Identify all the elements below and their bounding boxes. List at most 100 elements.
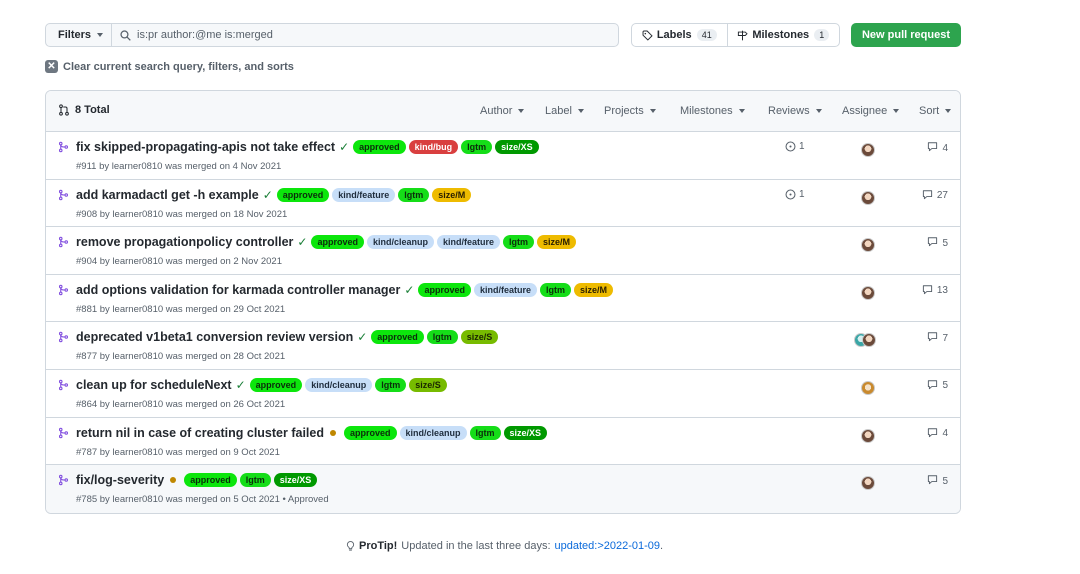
protip-lead: ProTip! bbox=[359, 540, 398, 552]
pr-meta: #787 by learner0810 was merged on 9 Oct … bbox=[76, 446, 280, 458]
check-icon[interactable]: ✓ bbox=[339, 140, 349, 154]
table-row[interactable]: remove propagationpolicy controller ✓ appr… bbox=[46, 227, 960, 275]
table-row[interactable]: add options validation for karmada contr… bbox=[46, 275, 960, 323]
label-badge[interactable]: size/S bbox=[409, 377, 447, 392]
clear-filters-link[interactable]: ✕ Clear current search query, filters, a… bbox=[45, 60, 294, 73]
label-badge[interactable]: lgtm bbox=[239, 473, 271, 488]
label-badge[interactable]: kind/cleanup bbox=[366, 235, 434, 250]
table-row[interactable]: deprecated v1beta1 conversion review ver… bbox=[46, 322, 960, 370]
total-count[interactable]: 8 Total bbox=[58, 104, 110, 116]
label-badge[interactable]: kind/feature bbox=[473, 282, 537, 297]
label-badge[interactable]: lgtm bbox=[398, 187, 430, 202]
label-badge[interactable]: approved bbox=[371, 330, 424, 345]
label-badge[interactable]: kind/feature bbox=[332, 187, 396, 202]
label-badge[interactable]: size/M bbox=[432, 187, 472, 202]
pr-title-link[interactable]: remove propagationpolicy controller bbox=[76, 235, 293, 249]
label-badge[interactable]: size/M bbox=[537, 235, 577, 250]
labels-count: 41 bbox=[696, 29, 717, 41]
author-filter[interactable]: Author bbox=[480, 105, 525, 117]
label-badge[interactable]: lgtm bbox=[426, 330, 458, 345]
label-badge[interactable]: kind/bug bbox=[408, 140, 459, 154]
avatar[interactable] bbox=[861, 190, 875, 205]
table-row[interactable]: fix/log-severity approved lgtm size/XS #785 … bbox=[46, 465, 960, 513]
milestones-filter-label: Milestones bbox=[680, 105, 733, 117]
avatar[interactable] bbox=[861, 143, 875, 157]
label-badge[interactable]: size/S bbox=[460, 330, 499, 345]
pr-title-link[interactable]: fix skipped-propagating-apis not take ef… bbox=[76, 140, 335, 154]
avatar[interactable] bbox=[862, 333, 876, 348]
projects-filter[interactable]: Projects bbox=[604, 105, 656, 117]
pr-title-link[interactable]: clean up for scheduleNext bbox=[76, 378, 232, 392]
label-badge[interactable]: approved bbox=[418, 282, 471, 297]
label-badge[interactable]: lgtm bbox=[503, 235, 535, 250]
pending-status-icon[interactable] bbox=[330, 429, 336, 436]
pending-status-icon[interactable] bbox=[170, 477, 177, 484]
table-row[interactable]: add karmadactl get -h example ✓ approved ki… bbox=[46, 180, 960, 228]
linked-issue-indicator[interactable]: 1 bbox=[785, 141, 805, 152]
check-icon[interactable]: ✓ bbox=[263, 188, 273, 202]
search-input[interactable] bbox=[137, 29, 617, 41]
check-icon[interactable]: ✓ bbox=[236, 378, 246, 392]
milestones-button[interactable]: Milestones 1 bbox=[728, 24, 839, 46]
labels-milestones-group: Labels 41 Milestones 1 bbox=[631, 23, 840, 47]
label-badge[interactable]: approved bbox=[184, 473, 237, 488]
avatar[interactable] bbox=[861, 238, 875, 253]
label-badge[interactable]: approved bbox=[344, 425, 397, 440]
table-row[interactable]: return nil in case of creating cluster f… bbox=[46, 418, 960, 466]
avatar[interactable] bbox=[861, 476, 875, 491]
table-row[interactable]: clean up for scheduleNext ✓ approved kind/c… bbox=[46, 370, 960, 418]
avatar[interactable] bbox=[861, 380, 875, 395]
label-badge[interactable]: lgtm bbox=[375, 377, 407, 392]
check-icon[interactable]: ✓ bbox=[357, 330, 367, 344]
sort-filter[interactable]: Sort bbox=[919, 105, 952, 117]
label-badge[interactable]: approved bbox=[276, 187, 330, 202]
pr-title-link[interactable]: return nil in case of creating cluster f… bbox=[76, 426, 324, 440]
filters-button[interactable]: Filters bbox=[45, 23, 112, 47]
comment-icon bbox=[927, 474, 942, 488]
protip-trail: . bbox=[660, 540, 664, 552]
comment-count-link[interactable]: 5 bbox=[927, 379, 948, 393]
label-badge[interactable]: size/XS bbox=[503, 425, 548, 440]
check-icon[interactable]: ✓ bbox=[297, 235, 307, 249]
comment-count-link[interactable]: 4 bbox=[927, 141, 948, 155]
comment-count-link[interactable]: 5 bbox=[927, 236, 948, 250]
label-badge[interactable]: approved bbox=[249, 377, 303, 392]
comment-count-link[interactable]: 4 bbox=[927, 427, 948, 441]
label-badge[interactable]: kind/cleanup bbox=[399, 425, 467, 440]
label-badge[interactable]: kind/feature bbox=[437, 235, 501, 250]
label-badge[interactable]: size/XS bbox=[495, 140, 539, 154]
pr-title-link[interactable]: fix/log-severity bbox=[76, 473, 164, 487]
label-filter[interactable]: Label bbox=[545, 105, 584, 117]
comment-count-link[interactable]: 5 bbox=[927, 474, 948, 488]
label-badge[interactable]: lgtm bbox=[469, 425, 501, 440]
table-row[interactable]: fix skipped-propagating-apis not take ef… bbox=[46, 132, 960, 180]
label-badge[interactable]: lgtm bbox=[461, 140, 493, 154]
avatar[interactable] bbox=[861, 285, 875, 300]
comment-count-link[interactable]: 27 bbox=[922, 189, 948, 203]
search-field[interactable] bbox=[111, 23, 619, 47]
label-badge[interactable]: lgtm bbox=[539, 282, 571, 297]
protip-link[interactable]: updated:>2022-01-09 bbox=[555, 540, 661, 552]
label-badge[interactable]: kind/cleanup bbox=[305, 377, 373, 392]
label-badge[interactable]: size/XS bbox=[273, 473, 318, 488]
reviews-filter[interactable]: Reviews bbox=[768, 105, 822, 117]
assignee-filter[interactable]: Assignee bbox=[842, 105, 900, 117]
pr-title-link[interactable]: add options validation for karmada contr… bbox=[76, 283, 400, 297]
new-pull-request-button[interactable]: New pull request bbox=[851, 23, 961, 47]
label-filter-label: Label bbox=[545, 105, 572, 117]
linked-issue-indicator[interactable]: 1 bbox=[785, 189, 805, 200]
avatar[interactable] bbox=[861, 428, 875, 443]
pr-title-link[interactable]: deprecated v1beta1 conversion review ver… bbox=[76, 330, 353, 344]
label-badge[interactable]: size/M bbox=[573, 282, 613, 297]
comment-count: 13 bbox=[936, 285, 948, 297]
pr-title-link[interactable]: add karmadactl get -h example bbox=[76, 188, 259, 202]
labels-button[interactable]: Labels 41 bbox=[632, 24, 728, 46]
comment-count: 4 bbox=[942, 428, 948, 440]
label-badge[interactable]: approved bbox=[353, 140, 406, 154]
milestones-filter[interactable]: Milestones bbox=[680, 105, 745, 117]
check-icon[interactable]: ✓ bbox=[404, 283, 414, 297]
comment-count-link[interactable]: 13 bbox=[922, 284, 948, 298]
caret-down-icon bbox=[577, 109, 584, 113]
label-badge[interactable]: approved bbox=[311, 235, 364, 250]
comment-count-link[interactable]: 7 bbox=[927, 331, 948, 345]
